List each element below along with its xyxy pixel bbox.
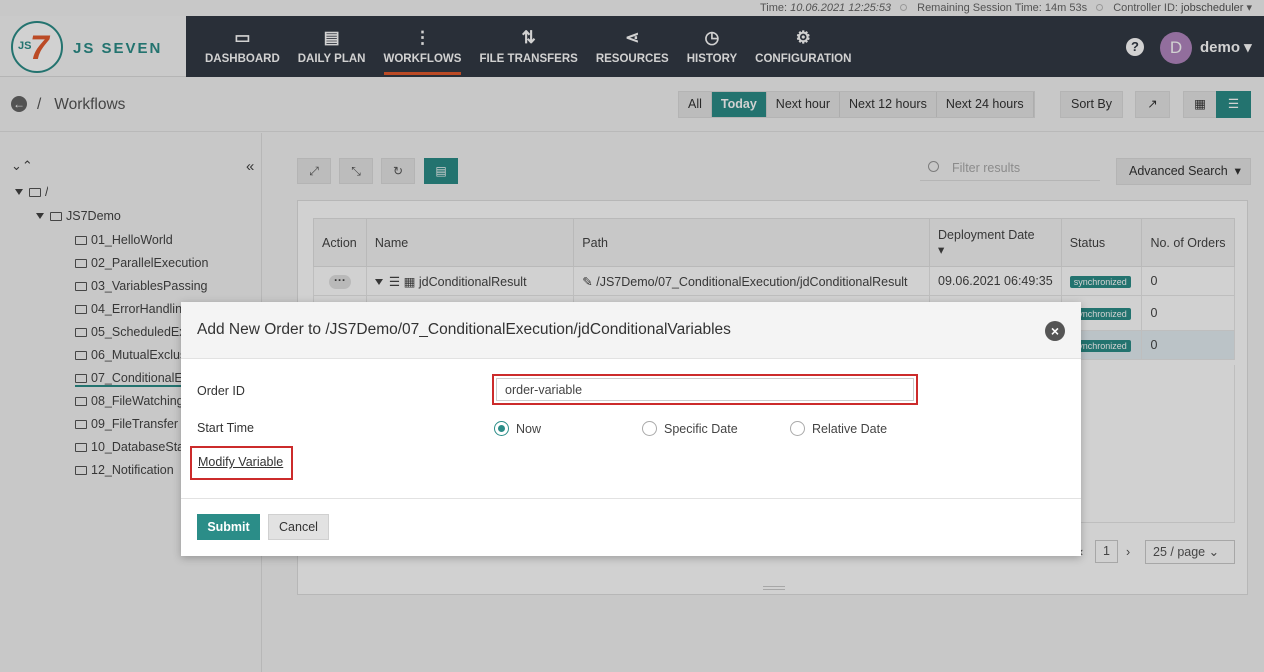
add-order-modal: Add New Order to /JS7Demo/07_Conditional… — [181, 302, 1081, 556]
radio-now[interactable]: Now — [494, 421, 541, 436]
cancel-button[interactable]: Cancel — [268, 514, 329, 540]
modal-title: Add New Order to /JS7Demo/07_Conditional… — [197, 321, 731, 338]
order-id-label: Order ID — [197, 384, 245, 398]
modal-footer-divider — [181, 498, 1081, 499]
radio-specific-date[interactable]: Specific Date — [642, 421, 738, 436]
modify-variable-link[interactable]: Modify Variable — [198, 455, 283, 469]
modal-header: Add New Order to /JS7Demo/07_Conditional… — [181, 302, 1081, 359]
modify-variable-highlight: Modify Variable — [190, 446, 293, 480]
radio-checked-icon — [494, 421, 509, 436]
radio-unchecked-icon — [642, 421, 657, 436]
close-icon[interactable]: × — [1045, 321, 1065, 341]
radio-relative-date[interactable]: Relative Date — [790, 421, 887, 436]
order-id-input[interactable] — [496, 378, 914, 401]
radio-unchecked-icon — [790, 421, 805, 436]
start-time-label: Start Time — [197, 421, 254, 435]
order-id-highlight — [492, 374, 918, 405]
submit-button[interactable]: Submit — [197, 514, 260, 540]
